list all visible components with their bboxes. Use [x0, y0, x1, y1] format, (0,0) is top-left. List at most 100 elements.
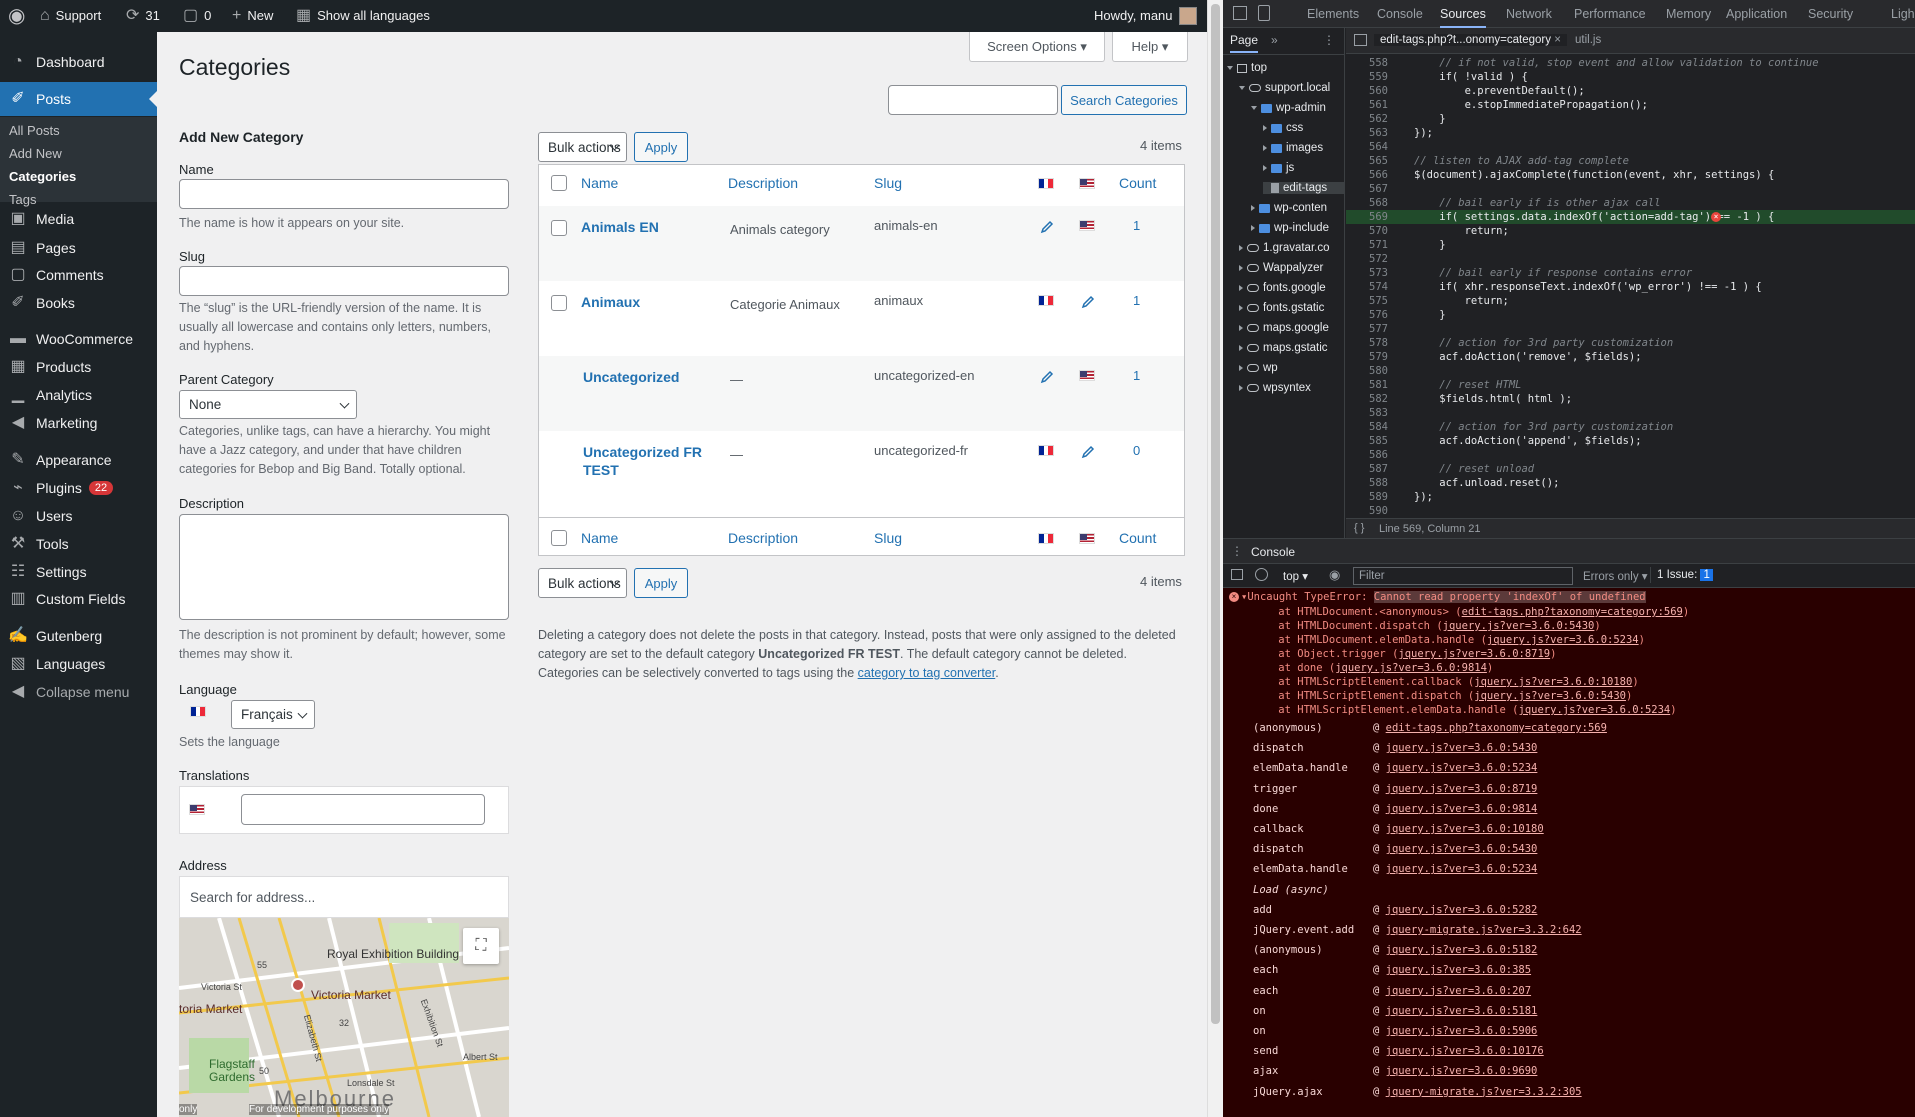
code-line[interactable]: 582 $fields.html( html );	[1346, 392, 1915, 406]
column-header-description[interactable]: Description	[728, 175, 798, 191]
column-header-count[interactable]: Count	[1119, 175, 1156, 191]
source-tree-item[interactable]: fonts.gstatic	[1239, 302, 1324, 314]
code-line[interactable]: 564	[1346, 140, 1915, 154]
code-line[interactable]: 586	[1346, 448, 1915, 462]
line-number[interactable]: 587	[1348, 462, 1388, 476]
call-stack-link[interactable]: @ jquery.js?ver=3.6.0:8719	[1373, 783, 1537, 795]
line-number[interactable]: 569	[1348, 210, 1388, 224]
kebab-menu-icon[interactable]: ⋮	[1323, 33, 1335, 47]
line-number[interactable]: 585	[1348, 434, 1388, 448]
category-name-link[interactable]: Uncategorized FR TEST	[583, 443, 703, 479]
account-link[interactable]: Howdy, manu	[1094, 0, 1197, 32]
code-line[interactable]: 574 if( xhr.responseText.indexOf('wp_err…	[1346, 280, 1915, 294]
devtools-tab-security[interactable]: Security	[1808, 0, 1853, 28]
code-line[interactable]: 558 // if not valid, stop event and allo…	[1346, 56, 1915, 70]
expand-arrow-icon[interactable]	[1239, 245, 1243, 251]
code-line[interactable]: 573 // bail early if response contains e…	[1346, 266, 1915, 280]
code-line[interactable]: 570 return;	[1346, 224, 1915, 238]
line-number[interactable]: 560	[1348, 84, 1388, 98]
new-content-link[interactable]: + New	[232, 0, 273, 32]
bulk-actions-select-top[interactable]: Bulk actions	[538, 132, 627, 162]
expand-arrow-icon[interactable]	[1239, 265, 1243, 271]
expand-arrow-icon[interactable]	[1239, 86, 1245, 90]
line-number[interactable]: 562	[1348, 112, 1388, 126]
source-tree-item[interactable]: images	[1263, 142, 1323, 154]
code-line[interactable]: 583	[1346, 406, 1915, 420]
call-stack-link[interactable]: @ jquery.js?ver=3.6.0:9814	[1373, 803, 1537, 815]
line-number[interactable]: 589	[1348, 490, 1388, 504]
source-tree-item[interactable]: maps.google	[1239, 322, 1329, 334]
console-filter-input[interactable]: Filter	[1353, 567, 1573, 585]
more-tabs-icon[interactable]: »	[1271, 33, 1278, 47]
code-line[interactable]: 579 acf.doAction('remove', $fields);	[1346, 350, 1915, 364]
code-line[interactable]: 572	[1346, 252, 1915, 266]
source-tree-item[interactable]: fonts.google	[1239, 282, 1326, 294]
source-tree-item[interactable]: js	[1263, 162, 1294, 174]
code-line[interactable]: 581 // reset HTML	[1346, 378, 1915, 392]
name-input[interactable]	[179, 179, 509, 209]
edit-translation-icon[interactable]	[1040, 220, 1054, 234]
code-line[interactable]: 575 return;	[1346, 294, 1915, 308]
issues-button[interactable]: 1 Issue: 1	[1650, 567, 1719, 583]
expand-arrow-icon[interactable]	[1227, 66, 1233, 70]
pretty-print-icon[interactable]: { }	[1354, 522, 1364, 534]
code-line[interactable]: 567	[1346, 182, 1915, 196]
tag-converter-link[interactable]: category to tag converter	[858, 666, 996, 680]
call-stack-link[interactable]: @ jquery.js?ver=3.6.0:5430	[1373, 843, 1537, 855]
description-textarea[interactable]	[179, 514, 509, 620]
drawer-menu-icon[interactable]: ⋮	[1231, 544, 1243, 558]
call-stack-link[interactable]: @ jquery.js?ver=3.6.0:5181	[1373, 1005, 1537, 1017]
code-line[interactable]: 563});	[1346, 126, 1915, 140]
expand-arrow-icon[interactable]	[1251, 205, 1255, 211]
context-select[interactable]: top ▾	[1283, 569, 1308, 583]
source-tree-item[interactable]: edit-tags	[1263, 182, 1345, 194]
category-count[interactable]: 1	[1133, 293, 1140, 308]
apply-button-bottom[interactable]: Apply	[634, 568, 688, 598]
code-line[interactable]: 589});	[1346, 490, 1915, 504]
select-all-checkbox[interactable]	[551, 175, 567, 191]
code-line[interactable]: 578 // action for 3rd party customizatio…	[1346, 336, 1915, 350]
column-footer-description[interactable]: Description	[728, 530, 798, 546]
expand-arrow-icon[interactable]	[1239, 285, 1243, 291]
code-line[interactable]: 584 // action for 3rd party customizatio…	[1346, 420, 1915, 434]
us-flag-icon[interactable]	[1079, 370, 1095, 381]
category-count[interactable]: 0	[1133, 443, 1140, 458]
call-stack-link[interactable]: @ jquery-migrate.js?ver=3.3.2:642	[1373, 924, 1582, 936]
source-tree-item[interactable]: wp	[1239, 362, 1278, 374]
category-name-link[interactable]: Animaux	[581, 293, 701, 311]
updates-link[interactable]: ⟳ 31	[126, 0, 160, 32]
submenu-tags[interactable]: Tags	[9, 192, 36, 207]
expand-arrow-icon[interactable]	[1251, 225, 1255, 231]
line-number[interactable]: 563	[1348, 126, 1388, 140]
file-tab-edit-tags[interactable]: edit-tags.php?t...onomy=category ×	[1374, 34, 1567, 46]
call-stack-link[interactable]: @ jquery.js?ver=3.6.0:5430	[1373, 742, 1537, 754]
call-stack-link[interactable]: @ jquery.js?ver=3.6.0:9690	[1373, 1065, 1537, 1077]
line-number[interactable]: 586	[1348, 448, 1388, 462]
page-scrollbar[interactable]	[1207, 0, 1223, 1117]
translation-input[interactable]	[241, 794, 485, 825]
code-line[interactable]: 590	[1346, 504, 1915, 518]
column-header-slug[interactable]: Slug	[874, 175, 902, 191]
expand-arrow-icon[interactable]	[1263, 145, 1267, 151]
source-tree-item[interactable]: css	[1263, 122, 1303, 134]
line-number[interactable]: 584	[1348, 420, 1388, 434]
code-line[interactable]: 566 $(document).ajaxComplete(function(eve…	[1346, 168, 1915, 182]
devtools-tab-application[interactable]: Application	[1726, 0, 1787, 28]
expand-arrow-icon[interactable]	[1251, 106, 1257, 110]
source-tree-item[interactable]: top	[1227, 62, 1267, 74]
line-number[interactable]: 572	[1348, 252, 1388, 266]
sidebar-item-books[interactable]: ✐ Books	[0, 286, 157, 320]
sidebar-item-custom-fields[interactable]: ▥ Custom Fields	[0, 582, 157, 616]
line-number[interactable]: 566	[1348, 168, 1388, 182]
edit-translation-icon[interactable]	[1040, 370, 1054, 384]
source-tree-item[interactable]: wp-include	[1251, 222, 1329, 234]
line-number[interactable]: 576	[1348, 308, 1388, 322]
code-line[interactable]: 576 }	[1346, 308, 1915, 322]
device-toolbar-icon[interactable]	[1258, 5, 1270, 21]
site-name-link[interactable]: ⌂ Support	[40, 0, 101, 32]
languages-link[interactable]: ▦ Show all languages	[296, 0, 430, 32]
devtools-tab-sources[interactable]: Sources	[1440, 0, 1486, 28]
line-number[interactable]: 561	[1348, 98, 1388, 112]
comments-link[interactable]: ▢ 0	[183, 0, 211, 32]
code-line[interactable]: 580	[1346, 364, 1915, 378]
